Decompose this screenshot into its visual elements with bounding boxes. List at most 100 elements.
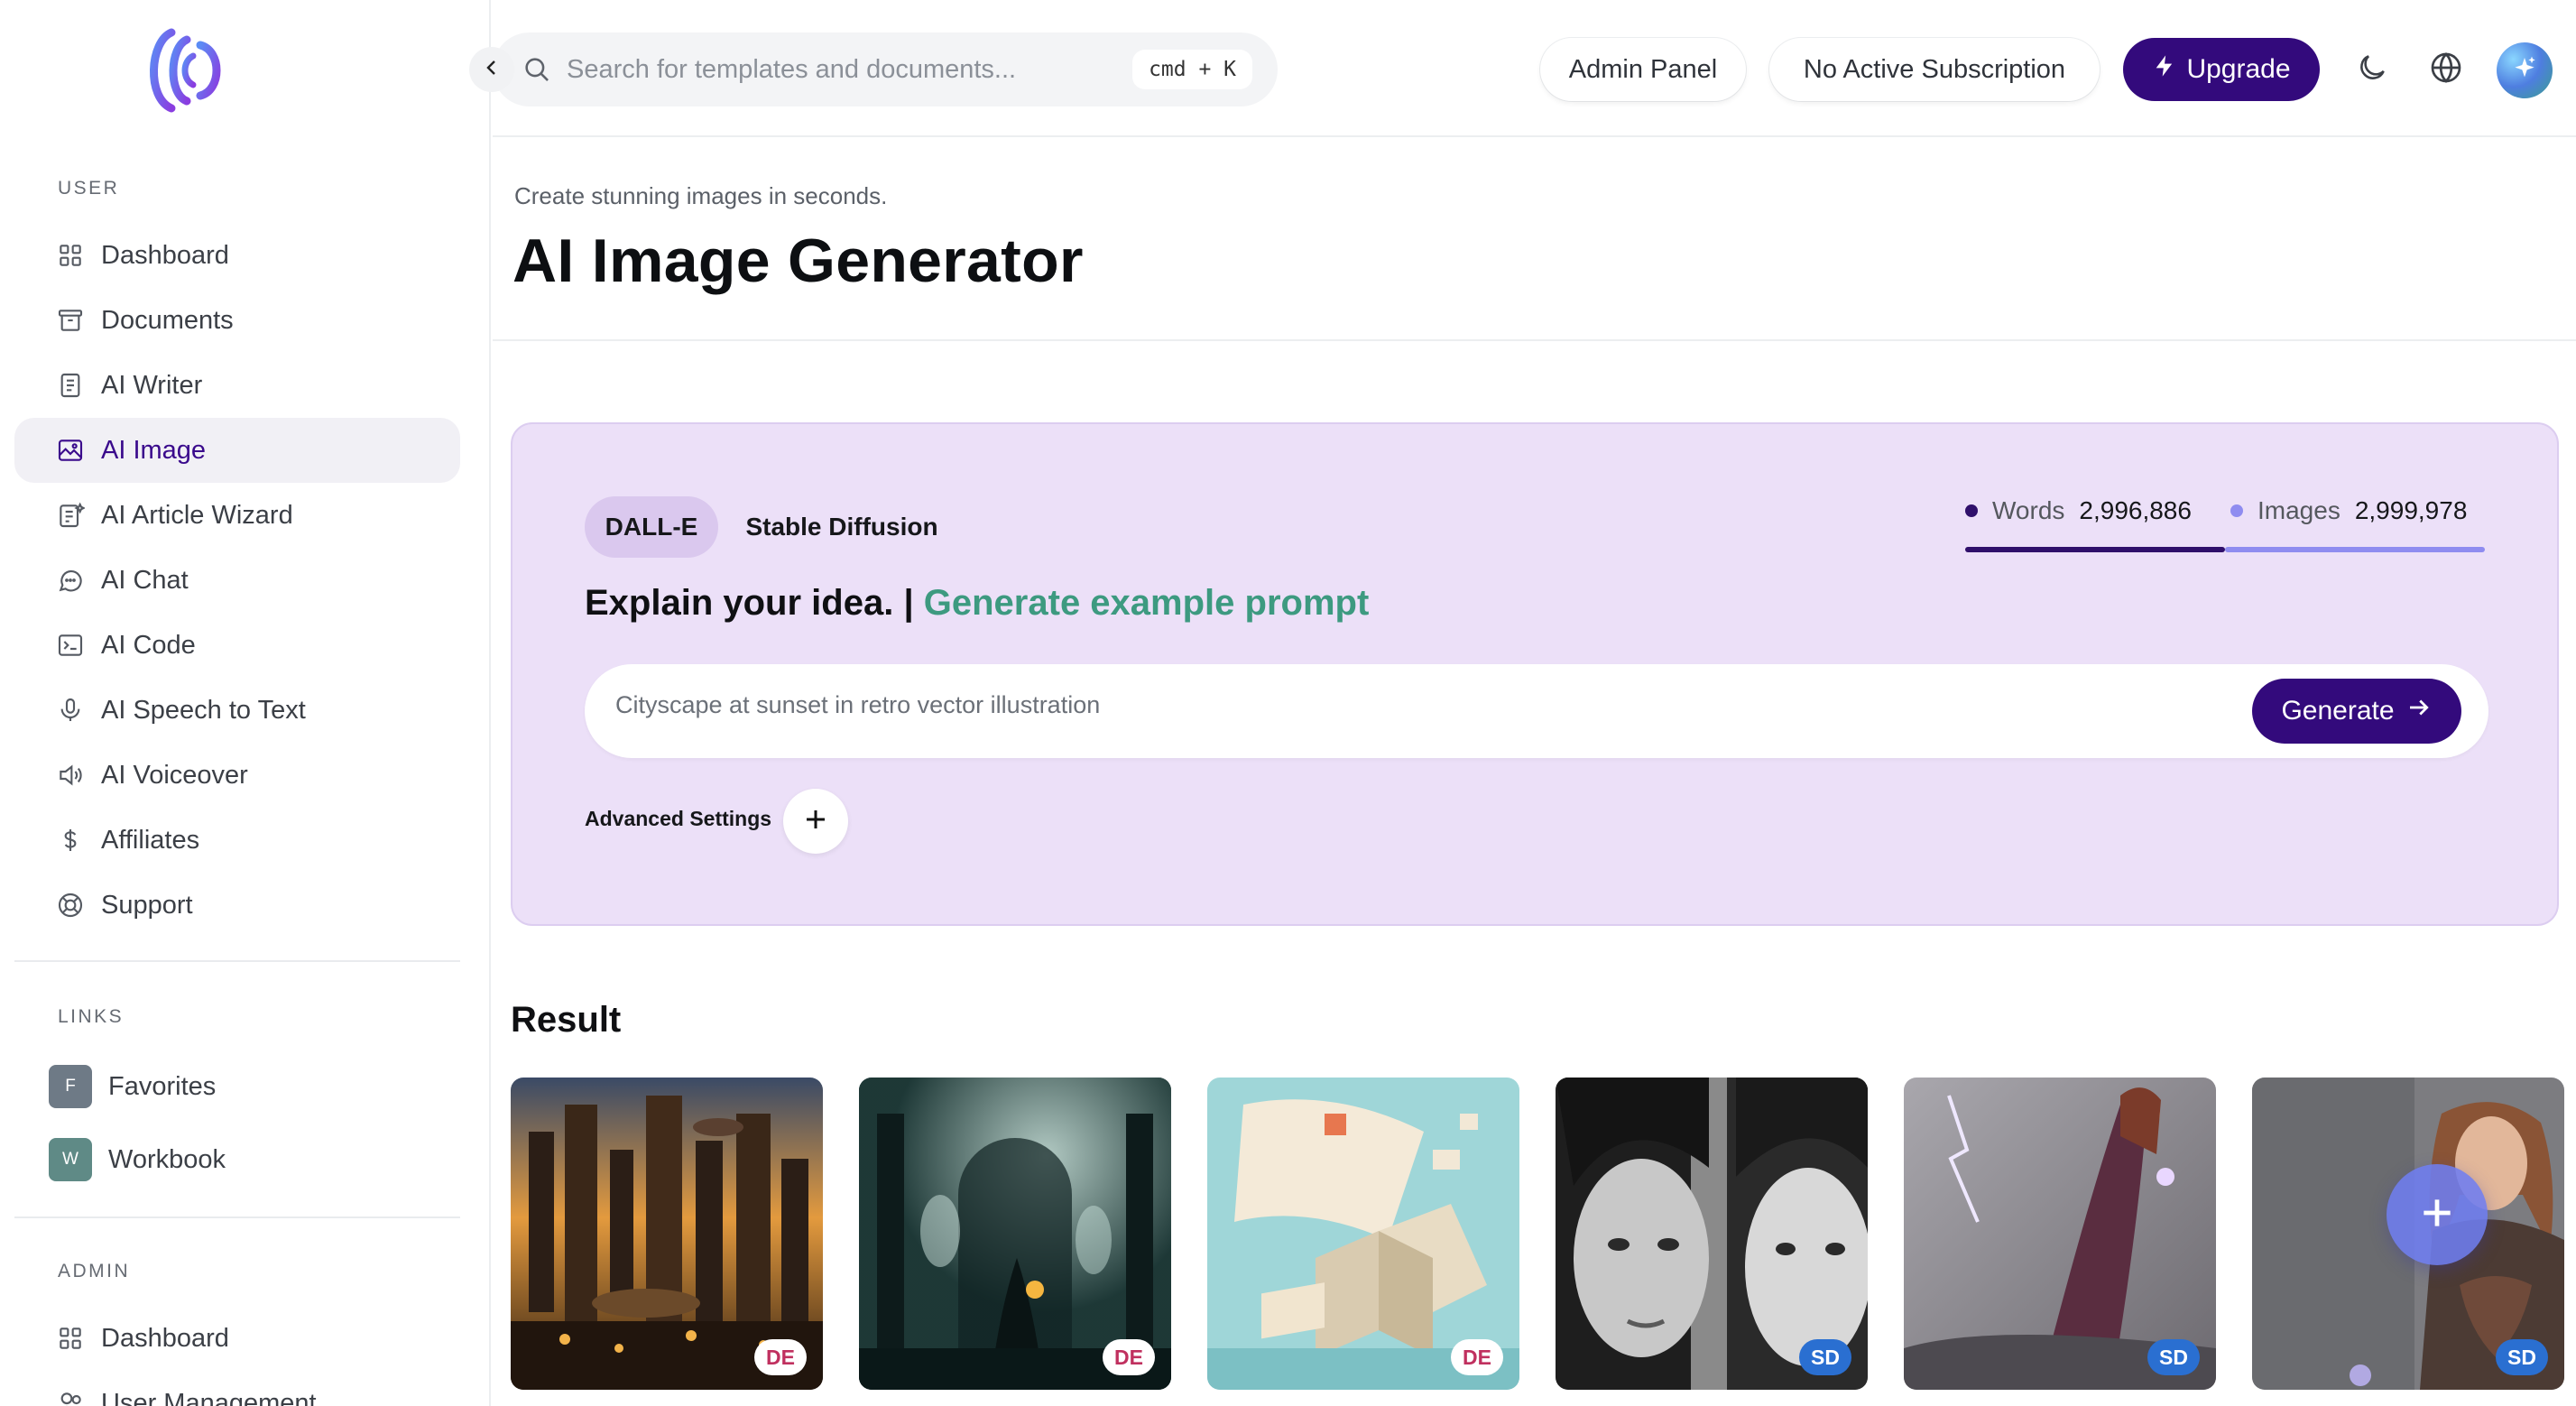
result-title: Result bbox=[511, 1000, 622, 1040]
moon-icon bbox=[2355, 51, 2389, 89]
link-badge: F bbox=[49, 1065, 92, 1108]
dollar-icon bbox=[54, 824, 87, 856]
microphone-icon bbox=[54, 694, 87, 726]
sidebar-item-label: User Management bbox=[101, 1388, 317, 1406]
images-label: Images bbox=[2257, 496, 2341, 524]
prompt-placeholder: Cityscape at sunset in retro vector illu… bbox=[615, 691, 1101, 718]
arrow-right-icon bbox=[2395, 694, 2433, 728]
app-logo[interactable] bbox=[137, 20, 236, 121]
sidebar-item-ai-chat[interactable]: AI Chat bbox=[14, 548, 460, 613]
words-stat: Words 2,996,886 bbox=[1965, 496, 2192, 525]
images-usage-bar bbox=[2225, 547, 2485, 552]
chat-icon bbox=[54, 564, 87, 597]
sidebar-item-label: AI Article Wizard bbox=[101, 500, 293, 530]
shortcut-hint: cmd + K bbox=[1132, 50, 1252, 89]
link-item-workbook[interactable]: W Workbook bbox=[49, 1136, 226, 1183]
sidebar: User Dashboard Documents AI Writer AI Im… bbox=[0, 0, 491, 1406]
advanced-settings-toggle[interactable] bbox=[783, 789, 848, 854]
link-item-label: Favorites bbox=[108, 1071, 217, 1101]
prompt-heading: Explain your idea. | Generate example pr… bbox=[585, 583, 1369, 624]
sidebar-item-documents[interactable]: Documents bbox=[14, 288, 460, 353]
sidebar-divider bbox=[14, 1216, 460, 1218]
prompt-input[interactable]: Cityscape at sunset in retro vector illu… bbox=[585, 664, 2488, 758]
generate-button[interactable]: Generate bbox=[2252, 679, 2461, 744]
sidebar-item-label: AI Code bbox=[101, 630, 196, 660]
sidebar-item-label: Dashboard bbox=[101, 1323, 229, 1353]
sidebar-item-ai-image[interactable]: AI Image bbox=[14, 418, 460, 483]
link-badge: W bbox=[49, 1138, 92, 1181]
sidebar-item-label: AI Image bbox=[101, 435, 207, 465]
lifebuoy-icon bbox=[54, 889, 87, 921]
prompt-heading-text: Explain your idea. | bbox=[585, 583, 914, 623]
sidebar-item-ai-voiceover[interactable]: AI Voiceover bbox=[14, 743, 460, 808]
users-icon bbox=[54, 1387, 87, 1406]
document-icon bbox=[54, 369, 87, 402]
tab-dall-e[interactable]: DALL-E bbox=[585, 496, 718, 558]
sidebar-item-user-management[interactable]: User Management bbox=[14, 1371, 460, 1406]
user-avatar[interactable] bbox=[2497, 42, 2553, 98]
lightning-icon bbox=[2152, 53, 2186, 86]
generator-card: DALL-E Stable Diffusion Words 2,996,886 … bbox=[511, 422, 2559, 926]
globe-icon bbox=[2428, 50, 2464, 90]
tab-stable-diffusion[interactable]: Stable Diffusion bbox=[734, 496, 949, 558]
sidebar-item-ai-speech-to-text[interactable]: AI Speech to Text bbox=[14, 678, 460, 743]
words-dot bbox=[1965, 504, 1978, 517]
engine-tag: SD bbox=[2496, 1339, 2548, 1375]
sparkle-icon bbox=[2510, 54, 2539, 88]
words-usage-bar bbox=[1965, 547, 2225, 552]
link-item-label: Workbook bbox=[108, 1144, 226, 1174]
page-subtitle: Create stunning images in seconds. bbox=[514, 182, 888, 209]
upgrade-label: Upgrade bbox=[2186, 54, 2291, 84]
images-stat: Images 2,999,978 bbox=[2230, 496, 2467, 525]
sidebar-item-ai-code[interactable]: AI Code bbox=[14, 613, 460, 678]
upgrade-button[interactable]: Upgrade bbox=[2123, 38, 2320, 101]
section-label-links: Links bbox=[58, 1006, 125, 1027]
chevron-left-icon bbox=[481, 57, 503, 83]
plus-icon bbox=[802, 806, 829, 837]
header-divider bbox=[493, 339, 2576, 341]
result-image[interactable]: DE bbox=[1207, 1078, 1519, 1390]
generate-example-link[interactable]: Generate example prompt bbox=[924, 583, 1370, 623]
result-image[interactable]: SD bbox=[1556, 1078, 1868, 1390]
sidebar-item-dashboard[interactable]: Dashboard bbox=[14, 223, 460, 288]
engine-tag: DE bbox=[1103, 1339, 1155, 1375]
floating-add-button[interactable] bbox=[2387, 1164, 2488, 1265]
sidebar-item-admin-dashboard[interactable]: Dashboard bbox=[14, 1306, 460, 1371]
words-label: Words bbox=[1992, 496, 2065, 524]
result-image[interactable]: DE bbox=[511, 1078, 823, 1390]
speaker-icon bbox=[54, 759, 87, 791]
language-button[interactable] bbox=[2426, 50, 2466, 89]
sidebar-item-label: Support bbox=[101, 890, 193, 920]
search-placeholder: Search for templates and documents... bbox=[567, 54, 1017, 84]
sidebar-item-label: AI Speech to Text bbox=[101, 695, 306, 725]
sidebar-divider bbox=[14, 960, 460, 962]
sidebar-item-label: AI Writer bbox=[101, 370, 203, 400]
search-input[interactable]: Search for templates and documents... cm… bbox=[493, 32, 1278, 106]
collapse-sidebar-button[interactable] bbox=[469, 47, 514, 92]
sidebar-item-support[interactable]: Support bbox=[14, 873, 460, 938]
generate-label: Generate bbox=[2281, 696, 2395, 726]
dark-mode-toggle[interactable] bbox=[2352, 50, 2392, 89]
images-dot bbox=[2230, 504, 2243, 517]
link-item-favorites[interactable]: F Favorites bbox=[49, 1063, 216, 1110]
dashboard-icon bbox=[54, 1322, 87, 1355]
section-label-user: User bbox=[58, 178, 120, 199]
subscription-status-button[interactable]: No Active Subscription bbox=[1769, 38, 2100, 101]
sidebar-item-label: AI Voiceover bbox=[101, 760, 248, 790]
sidebar-item-affiliates[interactable]: Affiliates bbox=[14, 808, 460, 873]
archive-icon bbox=[54, 304, 87, 337]
admin-panel-button[interactable]: Admin Panel bbox=[1540, 38, 1746, 101]
plus-icon bbox=[2417, 1193, 2457, 1237]
engine-tag: SD bbox=[2147, 1339, 2200, 1375]
result-image[interactable]: SD bbox=[1904, 1078, 2216, 1390]
engine-tag: DE bbox=[1451, 1339, 1503, 1375]
image-icon bbox=[54, 434, 87, 467]
words-value: 2,996,886 bbox=[2079, 496, 2192, 524]
result-image[interactable]: DE bbox=[859, 1078, 1171, 1390]
advanced-settings-label: Advanced Settings bbox=[585, 807, 772, 830]
sidebar-item-ai-article-wizard[interactable]: AI Article Wizard bbox=[14, 483, 460, 548]
engine-tag: DE bbox=[754, 1339, 807, 1375]
page-title: AI Image Generator bbox=[512, 227, 1084, 295]
sidebar-item-ai-writer[interactable]: AI Writer bbox=[14, 353, 460, 418]
dashboard-icon bbox=[54, 239, 87, 272]
